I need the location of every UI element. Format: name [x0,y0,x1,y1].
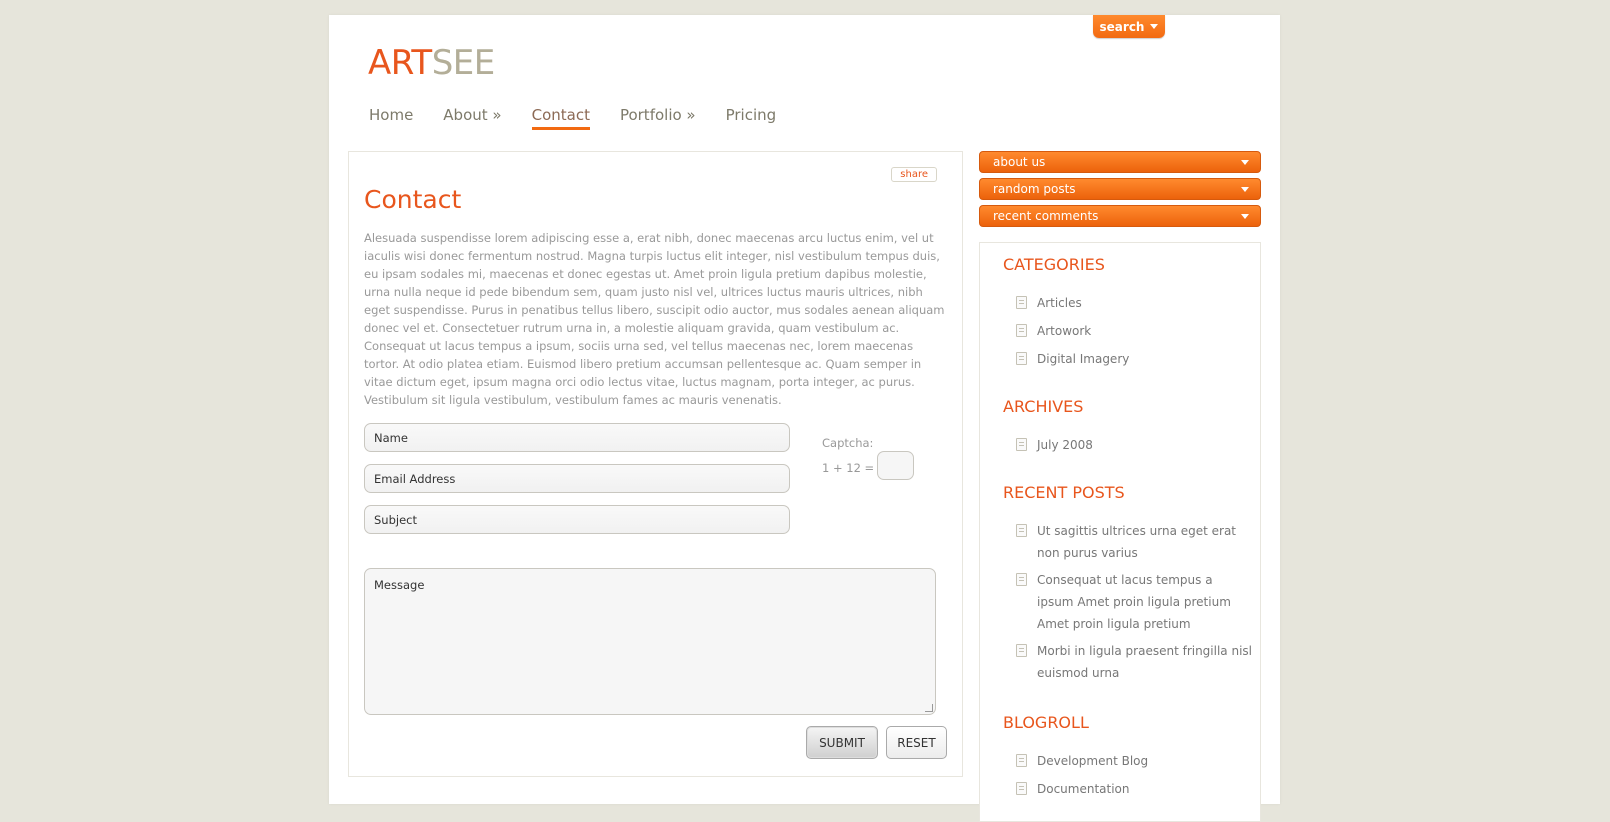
page-title: Contact [364,185,462,214]
category-link[interactable]: Articles [1037,292,1252,314]
chevron-down-icon [1241,160,1249,165]
blogroll-link[interactable]: Development Blog [1037,750,1252,772]
document-icon [1016,782,1027,795]
resize-handle-icon[interactable] [925,704,933,712]
share-button[interactable]: share [891,167,937,182]
recent-post-link[interactable]: Ut sagittis ultrices urna eget erat non … [1037,520,1252,564]
page-container: search ARTSEE Home About » Contact Portf… [329,15,1280,822]
document-icon [1016,754,1027,767]
message-text: Message [374,578,425,592]
main-nav: Home About » Contact Portfolio » Pricing [369,106,806,130]
blogroll-heading: BLOGROLL [1003,713,1089,732]
document-icon [1016,324,1027,337]
captcha-input[interactable] [877,451,914,480]
reset-button[interactable]: RESET [886,726,947,759]
email-field[interactable]: Email Address [364,464,790,493]
widget-recent-comments[interactable]: recent comments [979,205,1261,227]
widget-random-posts-label: random posts [993,182,1076,196]
name-field[interactable]: Name [364,423,790,452]
recent-posts-heading: RECENT POSTS [1003,483,1125,502]
chevron-down-icon [1150,24,1159,29]
search-tab[interactable]: search [1093,15,1165,38]
search-tab-label: search [1099,19,1145,34]
archives-heading: ARCHIVES [1003,397,1084,416]
captcha-equation: 1 + 12 = [822,461,875,475]
recent-post-link[interactable]: Consequat ut lacus tempus a ipsum Amet p… [1037,569,1252,635]
widget-random-posts[interactable]: random posts [979,178,1261,200]
subject-field[interactable]: Subject [364,505,790,534]
nav-item-portfolio[interactable]: Portfolio » [620,106,696,130]
chevron-down-icon [1241,214,1249,219]
body-paragraph: Alesuada suspendisse lorem adipiscing es… [364,231,945,407]
sidebar: CATEGORIES Articles Artowork Digital Ima… [979,242,1261,822]
logo-part-2: SEE [431,43,496,83]
logo-part-1: ART [368,43,432,83]
recent-post-link[interactable]: Morbi in ligula praesent fringilla nisl … [1037,640,1252,684]
widget-about-us-label: about us [993,155,1046,169]
nav-item-about[interactable]: About » [443,106,501,130]
category-link[interactable]: Artowork [1037,320,1252,342]
category-link[interactable]: Digital Imagery [1037,348,1252,370]
nav-item-pricing[interactable]: Pricing [726,106,777,130]
document-icon [1016,438,1027,451]
document-icon [1016,296,1027,309]
document-icon [1016,524,1027,537]
message-field[interactable]: Message [364,568,936,715]
nav-item-home[interactable]: Home [369,106,413,130]
submit-button[interactable]: SUBMIT [806,726,878,759]
categories-heading: CATEGORIES [1003,255,1105,274]
archive-link[interactable]: July 2008 [1037,434,1252,456]
document-icon [1016,644,1027,657]
widget-about-us[interactable]: about us [979,151,1261,173]
document-icon [1016,352,1027,365]
chevron-down-icon [1241,187,1249,192]
captcha-label: Captcha: [822,436,874,450]
content-panel: share Contact Alesuada suspendisse lorem… [348,151,963,777]
site-logo[interactable]: ARTSEE [368,43,495,83]
widget-recent-comments-label: recent comments [993,209,1099,223]
document-icon [1016,573,1027,586]
blogroll-link[interactable]: Documentation [1037,778,1252,800]
nav-item-contact[interactable]: Contact [531,106,591,130]
